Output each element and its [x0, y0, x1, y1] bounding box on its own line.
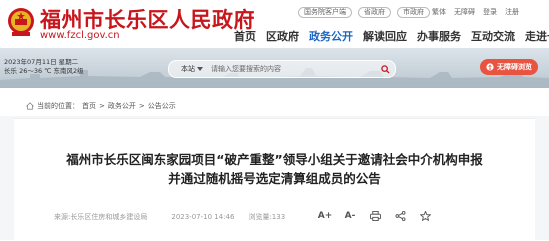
search-icon [380, 64, 390, 74]
chevron-down-icon [197, 67, 203, 71]
top-link-state-council[interactable]: 国务院客户端 [298, 7, 352, 18]
top-links: 国务院客户端 省政府 市政府 [298, 7, 430, 18]
weather-text: 长乐 26～36 ℃ 东南风2级 [4, 67, 84, 75]
utility-links: 繁体 无障碍 登录 注册 [432, 7, 519, 17]
search-input[interactable] [211, 65, 375, 73]
nav-item-services[interactable]: 办事服务 [415, 28, 463, 44]
top-link-city[interactable]: 市政府 [397, 7, 430, 18]
date-text: 2023年07月11日 星期二 [4, 58, 79, 66]
font-decrease-button[interactable]: A- [343, 210, 357, 222]
national-emblem-icon [8, 8, 34, 36]
accessibility-link[interactable]: 无障碍 [454, 7, 475, 17]
nav-item-district-government[interactable]: 区政府 [264, 28, 301, 44]
nav-item-government-affairs[interactable]: 政务公开 [307, 28, 355, 44]
search-button[interactable] [375, 61, 395, 77]
site-url: www.fzcl.gov.cn [40, 30, 120, 41]
favorite-button[interactable] [418, 210, 432, 222]
article-title-line-1: 福州市长乐区闽东家园项目“破产重整”领导小组关于邀请社会中介机构申报 [66, 152, 483, 167]
nav-item-interaction[interactable]: 互动交流 [469, 28, 517, 44]
print-button[interactable] [368, 210, 382, 222]
search-scope-select[interactable]: 本站 [169, 64, 211, 74]
article-title-line-2: 并通过随机摇号选定清算组成员的公告 [168, 171, 381, 186]
breadcrumb-separator: > [99, 102, 105, 110]
traditional-chinese-link[interactable]: 繁体 [432, 7, 446, 17]
breadcrumb: 当前的位置： 首页 > 政务公开 > 公告公示 [26, 101, 176, 111]
share-button[interactable] [393, 210, 407, 222]
article-views: 浏览量:133 [248, 213, 286, 221]
top-link-province[interactable]: 省政府 [358, 7, 391, 18]
breadcrumb-government-affairs[interactable]: 政务公开 [108, 101, 136, 111]
header: 福州市长乐区人民政府 www.fzcl.gov.cn 国务院客户端 省政府 市政… [0, 0, 549, 48]
breadcrumb-separator: > [138, 102, 145, 110]
breadcrumb-home[interactable]: 首页 [82, 101, 96, 111]
search-scope-label: 本站 [181, 65, 195, 73]
accessibility-icon [486, 63, 494, 71]
article-meta: 来源:长乐区住房和城乡建设局 2023-07-10 14:46 浏览量:133 [54, 212, 285, 222]
date-weather: 2023年07月11日 星期二 长乐 26～36 ℃ 东南风2级 [4, 58, 84, 76]
star-icon [419, 211, 431, 221]
login-link[interactable]: 登录 [483, 7, 497, 17]
article-source: 来源:长乐区住房和城乡建设局 [54, 213, 148, 221]
font-increase-button[interactable]: A+ [318, 210, 333, 222]
article-date: 2023-07-10 14:46 [171, 213, 235, 221]
breadcrumb-prefix: 当前的位置： [37, 102, 79, 110]
home-icon [26, 102, 34, 110]
article-tools: A+ A- [318, 210, 432, 222]
print-icon [369, 211, 381, 221]
search-box: 本站 [168, 60, 396, 78]
accessibility-button[interactable]: 无障碍浏览 [480, 59, 538, 75]
accessibility-label: 无障碍浏览 [497, 63, 532, 71]
register-link[interactable]: 注册 [505, 7, 519, 17]
nav-item-about-changle[interactable]: 走进长乐 [523, 28, 549, 44]
nav-item-interpretation[interactable]: 解读回应 [361, 28, 409, 44]
breadcrumb-announcements[interactable]: 公告公示 [148, 101, 176, 111]
share-icon [395, 211, 405, 221]
main-nav: 首页 区政府 政务公开 解读回应 办事服务 互动交流 走进长乐 [232, 28, 549, 44]
article-title: 福州市长乐区闽东家园项目“破产重整”领导小组关于邀请社会中介机构申报 并通过随机… [20, 150, 529, 188]
nav-item-home[interactable]: 首页 [232, 28, 258, 44]
